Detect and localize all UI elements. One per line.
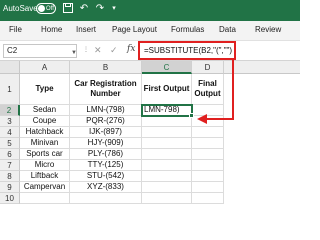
tab-page-layout[interactable]: Page Layout — [112, 25, 157, 34]
cell-first-output[interactable] — [142, 116, 192, 127]
cancel-icon[interactable]: ✕ — [94, 45, 102, 56]
tab-file[interactable]: File — [9, 25, 22, 34]
cell-final-output[interactable] — [192, 160, 224, 171]
toggle-state: Off — [46, 6, 54, 12]
chevron-down-icon[interactable]: ▼ — [71, 47, 77, 59]
name-box-value: C2 — [7, 46, 18, 55]
column-header-d[interactable]: D — [192, 61, 224, 74]
annotation-arrowhead-icon — [197, 114, 207, 124]
select-all-corner[interactable] — [0, 61, 20, 74]
row-header-8[interactable]: 8 — [0, 171, 20, 182]
column-header-c[interactable]: C — [142, 61, 192, 74]
cell-type[interactable]: Sports car — [20, 149, 70, 160]
active-cell-border — [141, 104, 193, 117]
cell-registration[interactable]: TTY-(125) — [70, 160, 142, 171]
autosave-label: AutoSave — [3, 4, 38, 13]
cell-final-output[interactable] — [192, 182, 224, 193]
cell-empty[interactable] — [70, 193, 142, 204]
cell-final-output[interactable] — [192, 127, 224, 138]
cell-registration[interactable]: XYZ-(833) — [70, 182, 142, 193]
cell-type[interactable]: Micro — [20, 160, 70, 171]
row-header-10[interactable]: 10 — [0, 193, 20, 204]
header-first-output[interactable]: First Output — [142, 74, 192, 105]
formula-bar: C2 ▼ ⋮ ✕ ✓ fx =SUBSTITUTE(B2,"(","") — [0, 41, 300, 61]
row-header-2[interactable]: 2 — [0, 105, 20, 116]
cell-first-output[interactable] — [142, 127, 192, 138]
cell-registration[interactable]: PQR-(276) — [70, 116, 142, 127]
header-type[interactable]: Type — [20, 74, 70, 105]
tab-formulas[interactable]: Formulas — [171, 25, 204, 34]
header-final-output[interactable]: Final Output — [192, 74, 224, 105]
cell-first-output[interactable] — [142, 160, 192, 171]
cell-registration[interactable]: LMN-(798) — [70, 105, 142, 116]
autosave-toggle[interactable]: Off — [36, 3, 56, 14]
cell-first-output[interactable] — [142, 149, 192, 160]
save-icon[interactable] — [62, 3, 74, 15]
formula-input[interactable]: =SUBSTITUTE(B2,"(","") — [138, 41, 236, 60]
cell-type[interactable]: Minivan — [20, 138, 70, 149]
cell-type[interactable]: Hatchback — [20, 127, 70, 138]
row-header-6[interactable]: 6 — [0, 149, 20, 160]
ribbon-tabs: File Home Insert Page Layout Formulas Da… — [0, 21, 300, 41]
enter-icon[interactable]: ✓ — [110, 45, 118, 56]
row-header-1[interactable]: 1 — [0, 74, 20, 105]
cell-first-output[interactable] — [142, 138, 192, 149]
cell-empty[interactable] — [142, 193, 192, 204]
insert-function-icon[interactable]: fx — [127, 44, 135, 54]
fill-handle[interactable] — [189, 113, 194, 118]
row-header-3[interactable]: 3 — [0, 116, 20, 127]
row-header-7[interactable]: 7 — [0, 160, 20, 171]
row-header-4[interactable]: 4 — [0, 127, 20, 138]
cell-final-output[interactable] — [192, 171, 224, 182]
annotation-line-vertical — [232, 60, 234, 119]
header-car-registration[interactable]: Car Registration Number — [70, 74, 142, 105]
formula-bar-grip-icon: ⋮ — [83, 47, 89, 53]
name-box[interactable]: C2 ▼ — [3, 44, 77, 58]
undo-icon[interactable]: ↶ — [78, 3, 90, 15]
cell-registration[interactable]: STU-(542) — [70, 171, 142, 182]
row-header-9[interactable]: 9 — [0, 182, 20, 193]
column-header-empty — [224, 61, 300, 74]
toggle-knob — [38, 5, 45, 12]
more-icon[interactable]: ▾ — [108, 3, 120, 15]
tab-home[interactable]: Home — [41, 25, 62, 34]
cell-first-output[interactable] — [142, 171, 192, 182]
annotation-line-horizontal — [204, 118, 234, 120]
cell-empty[interactable] — [192, 193, 224, 204]
cell-final-output[interactable] — [192, 138, 224, 149]
cell-registration[interactable]: IJK-(897) — [70, 127, 142, 138]
cell-final-output[interactable] — [192, 149, 224, 160]
tab-insert[interactable]: Insert — [76, 25, 96, 34]
cell-registration[interactable]: HJY-(909) — [70, 138, 142, 149]
cell-type[interactable]: Coupe — [20, 116, 70, 127]
tab-data[interactable]: Data — [219, 25, 236, 34]
row-header-5[interactable]: 5 — [0, 138, 20, 149]
cell-empty[interactable] — [20, 193, 70, 204]
cell-type[interactable]: Sedan — [20, 105, 70, 116]
formula-text: =SUBSTITUTE(B2,"(","") — [144, 46, 233, 55]
tab-review[interactable]: Review — [255, 25, 281, 34]
column-header-b[interactable]: B — [70, 61, 142, 74]
cell-first-output[interactable] — [142, 182, 192, 193]
worksheet-grid: A B C D 1 2 3 4 5 6 7 8 9 10 Type Car Re… — [0, 61, 300, 228]
cell-registration[interactable]: PLY-(786) — [70, 149, 142, 160]
cell-type[interactable]: Liftback — [20, 171, 70, 182]
column-header-a[interactable]: A — [20, 61, 70, 74]
title-bar: AutoSave Off ↶ ↷ ▾ — [0, 0, 300, 21]
redo-icon[interactable]: ↷ — [94, 3, 106, 15]
cell-type[interactable]: Campervan — [20, 182, 70, 193]
